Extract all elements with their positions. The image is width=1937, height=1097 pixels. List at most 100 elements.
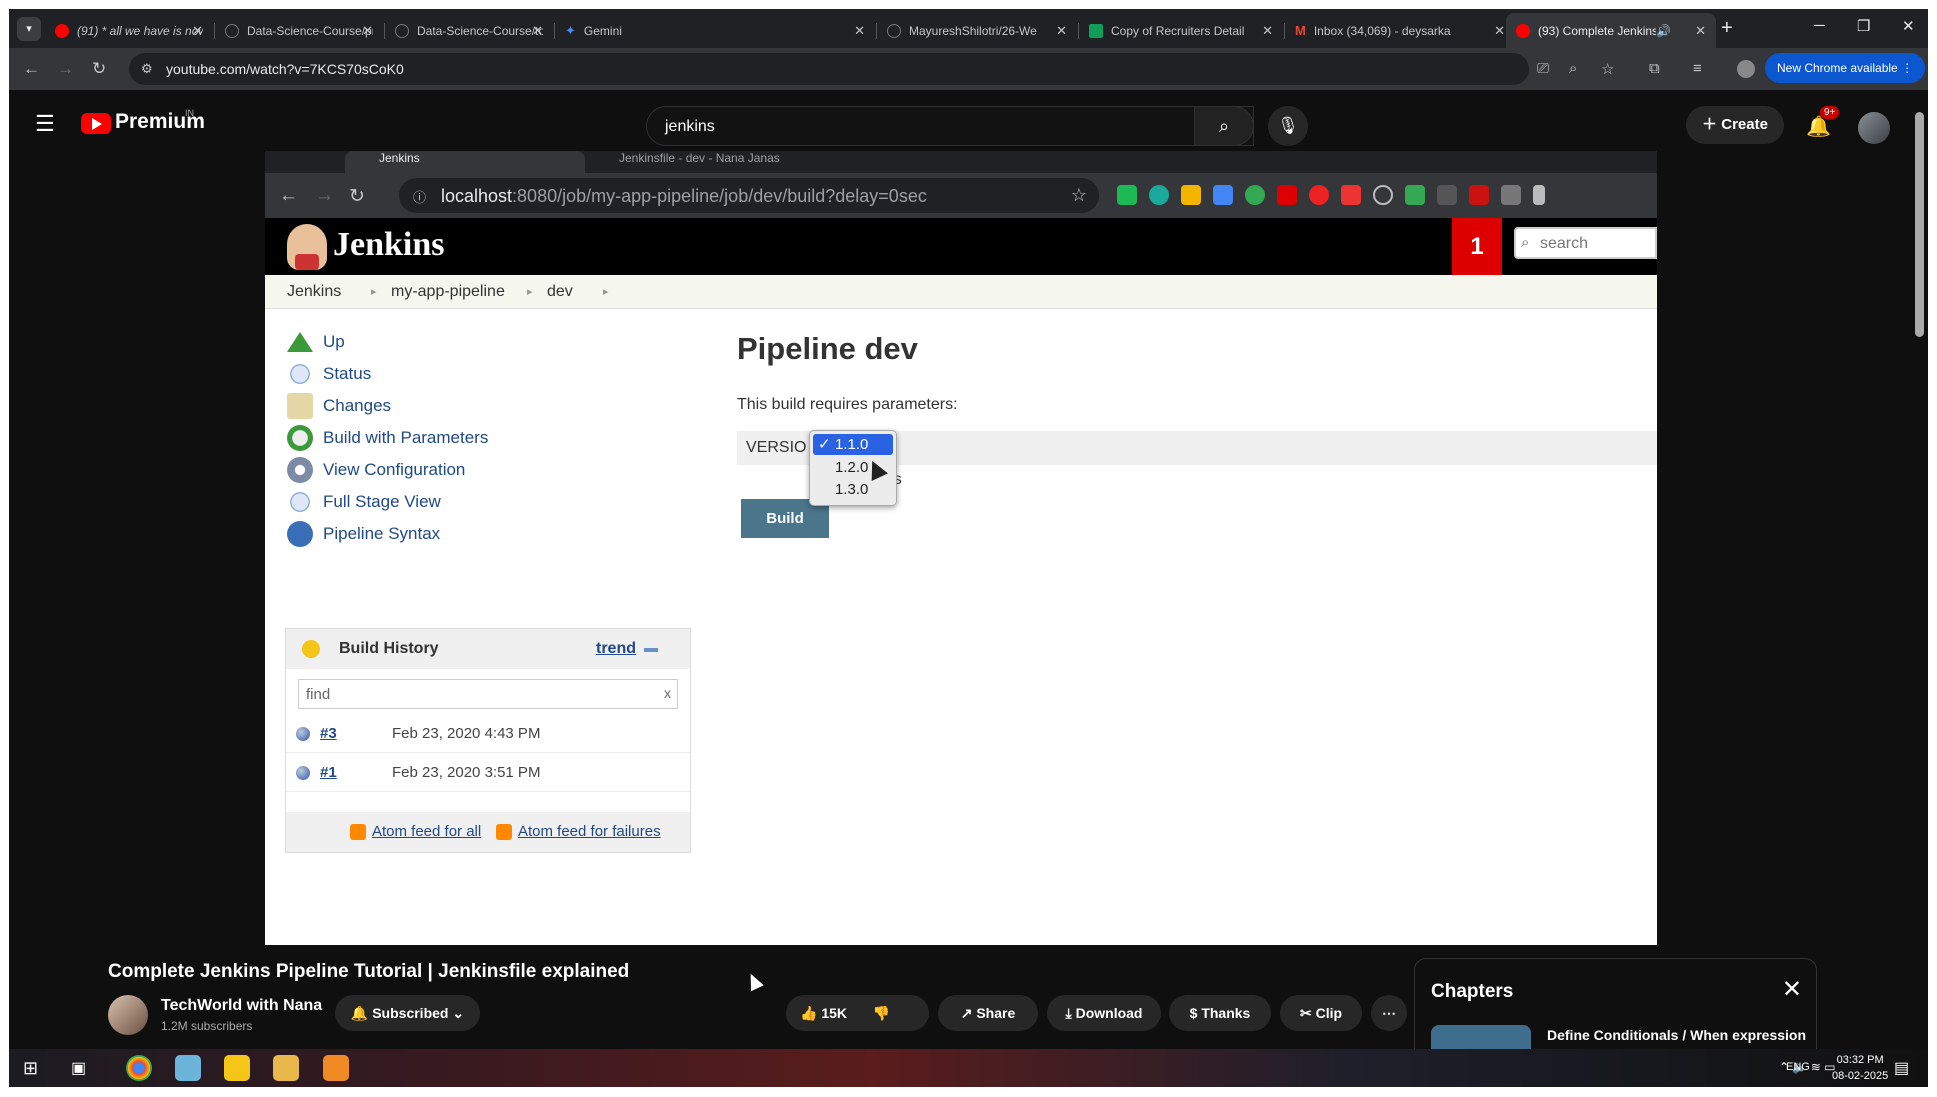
profile-avatar[interactable] xyxy=(1737,60,1755,78)
extension-icon xyxy=(1117,185,1137,205)
close-tab-icon[interactable]: ✕ xyxy=(362,23,373,39)
like-button[interactable]: 👍 15K xyxy=(800,1005,847,1021)
share-button[interactable]: ↗ Share xyxy=(938,995,1038,1031)
browser-tab-active[interactable]: (93) Complete Jenkins 🔊 ✕ xyxy=(1506,13,1716,48)
github-favicon-icon xyxy=(395,23,409,38)
video-player[interactable]: Jenkins Jenkinsfile - dev - Nana Janas ←… xyxy=(265,151,1657,945)
youtube-favicon-icon xyxy=(55,23,69,38)
menu-icon[interactable]: ☰ xyxy=(35,111,55,137)
parameters-notice: This build requires parameters: xyxy=(737,396,958,413)
tab-search-button[interactable]: ▾ xyxy=(17,17,41,41)
new-tab-button[interactable]: + xyxy=(1721,17,1733,40)
create-button[interactable]: ＋ Create xyxy=(1686,106,1784,144)
search-icon: ⌕ xyxy=(1521,234,1530,251)
extension-icon xyxy=(1309,185,1329,205)
install-app-icon[interactable]: ⎚ xyxy=(1537,60,1549,77)
zoom-icon[interactable]: ⌕ xyxy=(1569,60,1577,77)
address-bar[interactable]: ⚙ youtube.com/watch?v=7KCS70sCoK0 xyxy=(129,53,1529,85)
bookmark-star-icon[interactable]: ☆ xyxy=(1601,60,1614,78)
wifi-icon[interactable]: ≋ xyxy=(1811,1060,1821,1074)
chevron-right-icon: ▸ xyxy=(603,286,609,298)
back-icon: ← xyxy=(279,185,298,206)
clock[interactable]: 03:32 PM 08-02-2025 xyxy=(1832,1052,1888,1084)
reload-icon: ↻ xyxy=(349,186,365,207)
dislike-button[interactable]: 👎 xyxy=(873,1005,890,1021)
close-tab-icon[interactable]: ✕ xyxy=(1695,23,1706,39)
status-ball-icon xyxy=(296,766,310,780)
recorded-address-bar: ⓘ localhost:8080/job/my-app-pipeline/job… xyxy=(399,178,1099,213)
speaker-icon[interactable]: 🔊 xyxy=(1656,24,1671,38)
scrollbar-thumb[interactable] xyxy=(1915,112,1924,337)
browser-tab[interactable]: MayureshShilotri/26-We ✕ xyxy=(877,13,1077,48)
browser-tab[interactable]: Data-Science-Course/top ✕ xyxy=(385,13,553,48)
extensions-icon[interactable]: ⧉ xyxy=(1649,60,1660,77)
media-controls-icon[interactable]: ≡ xyxy=(1693,60,1702,77)
minimize-icon[interactable]: ─ xyxy=(1814,17,1825,34)
clock-build-icon xyxy=(287,425,313,451)
status-ball-icon xyxy=(296,727,310,741)
close-tab-icon[interactable]: ✕ xyxy=(532,23,543,39)
thanks-button[interactable]: $ Thanks xyxy=(1169,995,1271,1031)
close-tab-icon[interactable]: ✕ xyxy=(854,23,865,39)
account-avatar[interactable] xyxy=(1858,112,1890,144)
chrome-taskbar-icon[interactable] xyxy=(126,1055,152,1081)
youtube-favicon-icon xyxy=(1516,23,1530,38)
sidebar-item-view-configuration: View Configuration xyxy=(287,455,465,485)
jenkins-search-input: ⌕ search xyxy=(1514,227,1657,259)
youtube-logo-icon[interactable] xyxy=(81,113,111,134)
build-find-input: find x xyxy=(298,679,678,709)
subscribed-button[interactable]: 🔔 Subscribed ⌄ xyxy=(335,995,480,1031)
browser-tab[interactable]: Copy of Recruiters Detail ✕ xyxy=(1079,13,1283,48)
sticky-notes-taskbar-icon[interactable] xyxy=(224,1055,250,1081)
new-chrome-available-button[interactable]: New Chrome available ⋮ xyxy=(1765,53,1926,83)
sidebar-item-up: Up xyxy=(287,327,345,357)
language-indicator[interactable]: ENG xyxy=(1786,1061,1810,1073)
download-icon: ⤓ xyxy=(1065,1005,1072,1021)
recorded-tab-jenkinsfile: Jenkinsfile - dev - Nana Janas xyxy=(619,151,780,165)
notepad-taskbar-icon[interactable] xyxy=(175,1055,201,1081)
browser-tab[interactable]: ✦ Gemini ✕ xyxy=(555,13,875,48)
atom-feed-failures-link: Atom feed for failures xyxy=(496,823,661,840)
close-chapters-icon[interactable]: ✕ xyxy=(1782,975,1802,1004)
forward-icon[interactable]: → xyxy=(57,59,74,79)
extension-icon xyxy=(1501,185,1521,205)
close-tab-icon[interactable]: ✕ xyxy=(192,23,203,39)
sublime-taskbar-icon[interactable] xyxy=(323,1055,349,1081)
build-history-header: Build History trend xyxy=(286,629,690,669)
channel-name[interactable]: TechWorld with Nana xyxy=(161,997,322,1015)
site-info-icon[interactable]: ⚙ xyxy=(141,61,153,77)
channel-avatar[interactable] xyxy=(108,995,148,1035)
voice-search-button[interactable]: 🎙 xyxy=(1268,106,1308,146)
clip-button[interactable]: ✂ Clip xyxy=(1280,995,1362,1031)
back-icon[interactable]: ← xyxy=(23,59,40,79)
chapter-item[interactable]: Define Conditionals / When expression xyxy=(1547,1027,1806,1043)
browser-tab[interactable]: M Inbox (34,069) - deysarka ✕ xyxy=(1285,13,1515,48)
sidebar-item-changes: Changes xyxy=(287,391,391,421)
reload-icon[interactable]: ↻ xyxy=(92,59,106,79)
extension-icon xyxy=(1181,185,1201,205)
close-tab-icon[interactable]: ✕ xyxy=(1262,23,1273,39)
download-button[interactable]: ⤓ Download xyxy=(1047,995,1161,1031)
breadcrumb-item: dev xyxy=(547,283,573,300)
browser-tab[interactable]: (91) * all we have is now. ✕ xyxy=(45,13,213,48)
version-option: 1.3.0 xyxy=(835,481,869,498)
gmail-favicon-icon: M xyxy=(1295,23,1306,38)
browser-tab[interactable]: Data-Science-Course/pre ✕ xyxy=(215,13,383,48)
notification-center-icon[interactable]: ▤ xyxy=(1894,1058,1909,1078)
close-tab-icon[interactable]: ✕ xyxy=(1494,23,1505,39)
windows-start-icon[interactable]: ⊞ xyxy=(23,1058,38,1079)
task-view-icon[interactable]: ▣ xyxy=(71,1058,86,1078)
file-explorer-taskbar-icon[interactable] xyxy=(273,1055,299,1081)
search-button[interactable]: ⌕ xyxy=(1194,106,1254,146)
chevron-right-icon: ▸ xyxy=(527,286,533,298)
close-window-icon[interactable]: ✕ xyxy=(1902,17,1915,35)
close-tab-icon[interactable]: ✕ xyxy=(1056,23,1067,39)
more-vert-icon[interactable]: ⋮ xyxy=(1901,61,1913,75)
restore-icon[interactable]: ❐ xyxy=(1857,17,1870,35)
subscriber-count: 1.2M subscribers xyxy=(161,1019,253,1033)
github-favicon-icon xyxy=(887,23,901,38)
recorded-tab-strip: Jenkins Jenkinsfile - dev - Nana Janas xyxy=(265,151,1657,173)
chevron-down-icon: ⌄ xyxy=(452,1005,465,1021)
more-actions-button[interactable]: ⋯ xyxy=(1371,995,1407,1031)
youtube-search-input[interactable]: jenkins ✕ xyxy=(646,106,1254,146)
